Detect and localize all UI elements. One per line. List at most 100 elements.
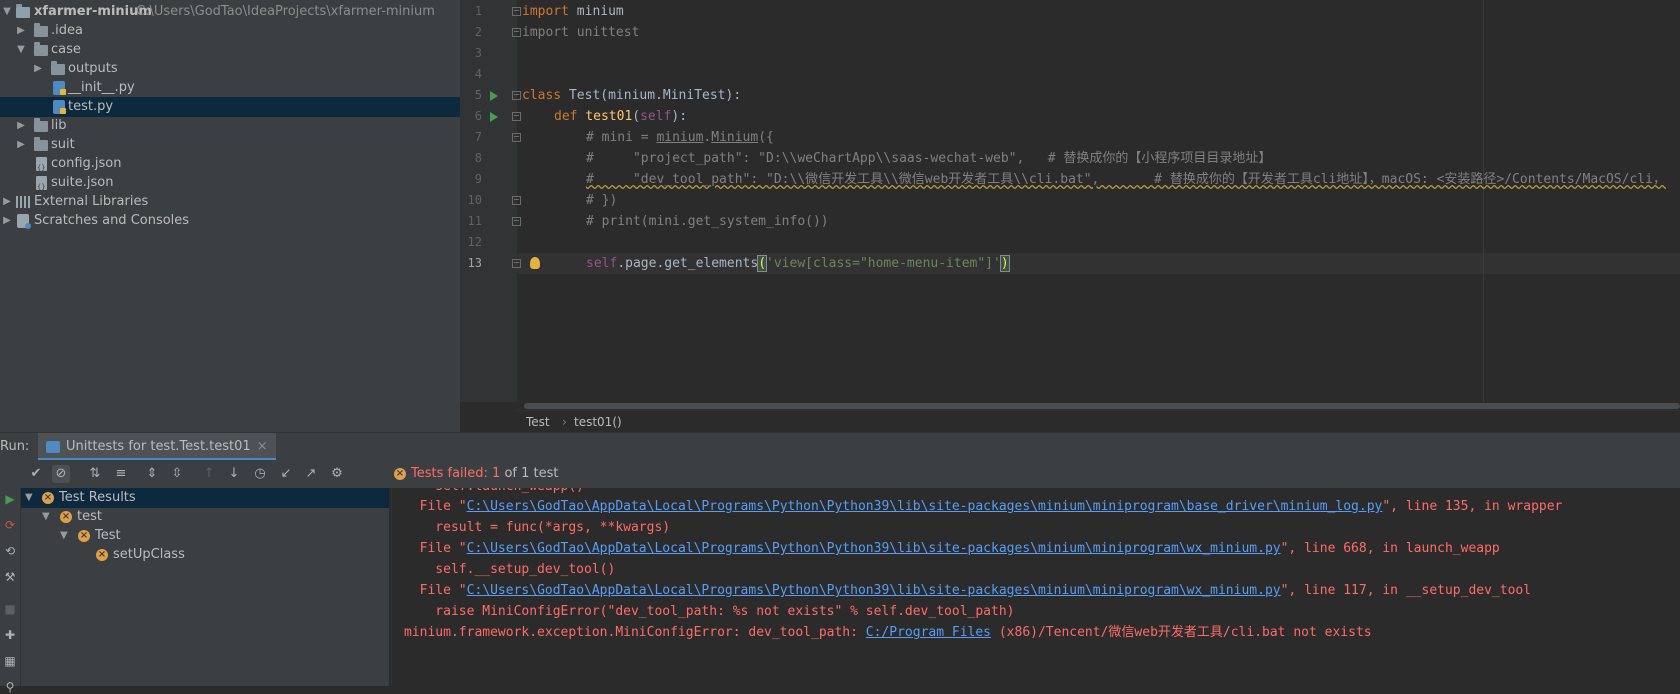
previous-failed-icon[interactable]: ↑ [200,465,218,483]
expand-all-icon[interactable]: ⇕ [143,465,161,483]
fold-marker-icon[interactable]: − [512,112,521,121]
run-gutter-icon[interactable] [490,91,498,101]
tree-item-scratches[interactable]: ▶ Scratches and Consoles [0,211,460,231]
project-name: xfarmer-minium [34,4,152,19]
status-prefix: Tests failed: [411,466,488,481]
console-output[interactable]: self.launch_weapp() File "C:\Users\GodTa… [391,488,1680,686]
run-tab-title: Unittests for test.Test.test01 [66,439,251,454]
folder-icon [34,118,50,133]
fold-marker-icon[interactable]: − [512,91,521,100]
sort-by-duration-icon[interactable]: ≡ [112,465,130,483]
comment-text: # mini = [586,130,657,145]
sort-alphabetically-icon[interactable]: ⇅ [86,465,104,483]
line-number: 1 [474,4,482,18]
chevron-right-icon[interactable]: ▶ [14,116,28,136]
tree-item-config-json[interactable]: config.json [0,154,460,178]
rerun-icon[interactable]: ▶ [2,492,18,506]
breadcrumb-class[interactable]: Test [526,411,550,433]
matched-bracket: ) [999,255,1010,272]
tree-item-init-py[interactable]: __init__.py [0,78,460,98]
line-number: 7 [474,130,482,144]
tree-item-label: suite.json [51,175,114,190]
fold-marker-icon[interactable]: − [512,217,521,226]
show-ignored-icon[interactable]: ⊘ [52,465,70,483]
console-line: raise MiniConfigError("dev_tool_path: %s… [404,604,1015,619]
console-text: File " [404,499,467,514]
line-number: 11 [467,214,482,228]
pin-icon[interactable]: ⚲ [2,680,18,694]
toggle-auto-test-icon[interactable]: ⟲ [2,544,18,558]
test-results-tree: ▼ × Test Results ▼ × test ▼ × Test × set… [21,488,389,686]
tree-item-lib[interactable]: ▶ lib [0,116,460,136]
code-editor[interactable] [517,0,1680,402]
collapse-all-icon[interactable]: ⇳ [168,465,186,483]
fold-marker-icon[interactable]: − [512,196,521,205]
console-text: File " [404,541,467,556]
scrollbar-thumb[interactable] [524,403,1680,409]
show-passed-icon[interactable]: ✔ [27,465,45,483]
tree-item-suite-json[interactable]: suite.json [0,173,460,197]
fold-marker-icon[interactable]: − [512,259,521,268]
lightbulb-icon[interactable] [530,257,540,269]
import-tests-icon[interactable]: ↙ [277,465,295,483]
run-tab[interactable]: Unittests for test.Test.test01 × [38,433,276,461]
tree-item-test-py[interactable]: test.py [0,97,460,117]
result-label: test [77,509,102,524]
code-line-13: self.page.get_elements('view[class="home… [586,253,1010,274]
test-history-icon[interactable]: ◷ [251,465,269,483]
chevron-right-icon[interactable]: ▶ [14,21,28,41]
chevron-down-icon[interactable]: ▼ [14,40,28,60]
tree-item-case[interactable]: ▼ case [0,40,460,60]
chevron-down-icon[interactable]: ▼ [0,2,14,22]
chevron-right-icon[interactable]: ▶ [31,59,45,79]
chevron-down-icon[interactable]: ▼ [25,488,33,508]
rerun-failed-icon[interactable]: ⟳ [2,518,18,532]
wrench-icon[interactable]: ⚒ [2,570,18,584]
fold-marker-icon[interactable]: − [512,28,521,37]
comment-text: ({ [758,130,774,145]
layout-icon[interactable]: ▦ [2,654,18,668]
code-line-11: # print(mini.get_system_info()) [586,214,829,229]
test-status: × Tests failed: 1 of 1 test [393,460,559,488]
failed-icon: × [78,530,90,542]
result-row-test-results[interactable]: ▼ × Test Results [21,488,389,508]
console-file-link[interactable]: C:\Users\GodTao\AppData\Local\Programs\P… [467,541,1281,556]
stop-icon[interactable]: ■ [2,602,18,616]
fold-marker-icon[interactable]: − [512,133,521,142]
keyword: class [522,88,562,103]
console-text: ", line 668, in launch_weapp [1280,541,1500,556]
console-file-link[interactable]: C:\Users\GodTao\AppData\Local\Programs\P… [467,583,1281,598]
tree-item-outputs[interactable]: ▶ outputs [0,59,460,79]
result-row-setupclass[interactable]: × setUpClass [21,545,389,565]
self-param: self [640,109,672,124]
export-tests-icon[interactable]: ↗ [302,465,320,483]
chevron-down-icon[interactable]: ▼ [60,526,68,546]
tree-root[interactable]: ▼ xfarmer-minium C:\Users\GodTao\IdeaPro… [0,2,460,22]
close-icon[interactable]: × [257,439,268,454]
code-line-6: def test01(self): [554,106,687,127]
chevron-right-icon[interactable]: ▶ [0,211,14,231]
result-row-test[interactable]: ▼ × test [21,507,389,527]
result-row-Test[interactable]: ▼ × Test [21,526,389,546]
console-file-link[interactable]: C:/Program Files [866,625,991,640]
editor-horizontal-scrollbar[interactable] [524,402,1680,410]
coverage-icon[interactable]: ✚ [2,628,18,642]
tree-item-idea[interactable]: ▶ .idea [0,21,460,41]
run-side-toolbar: ▶ ⟳ ⟲ ⚒ ■ ✚ ▦ ⚲ [0,488,21,694]
chevron-right-icon[interactable]: ▶ [0,192,14,212]
tree-item-suit[interactable]: ▶ suit [0,135,460,155]
gear-icon[interactable]: ⚙ [328,465,346,483]
console-line: result = func(*args, **kwargs) [404,520,671,535]
next-failed-icon[interactable]: ↓ [225,465,243,483]
chevron-down-icon[interactable]: ▼ [42,507,50,527]
string-literal: 'view[class="home-menu-item"]' [766,256,1001,271]
console-file-link[interactable]: C:\Users\GodTao\AppData\Local\Programs\P… [467,499,1383,514]
comment-text: minium [656,130,704,145]
chevron-right-icon[interactable]: ▶ [14,135,28,155]
breadcrumb-method[interactable]: test01() [574,411,622,433]
tree-item-external-libraries[interactable]: ▶ External Libraries [0,192,460,212]
python-file-icon [53,100,69,114]
fold-marker-icon[interactable]: − [512,7,521,16]
run-gutter-icon[interactable] [490,112,498,122]
tree-item-label: case [51,42,81,57]
